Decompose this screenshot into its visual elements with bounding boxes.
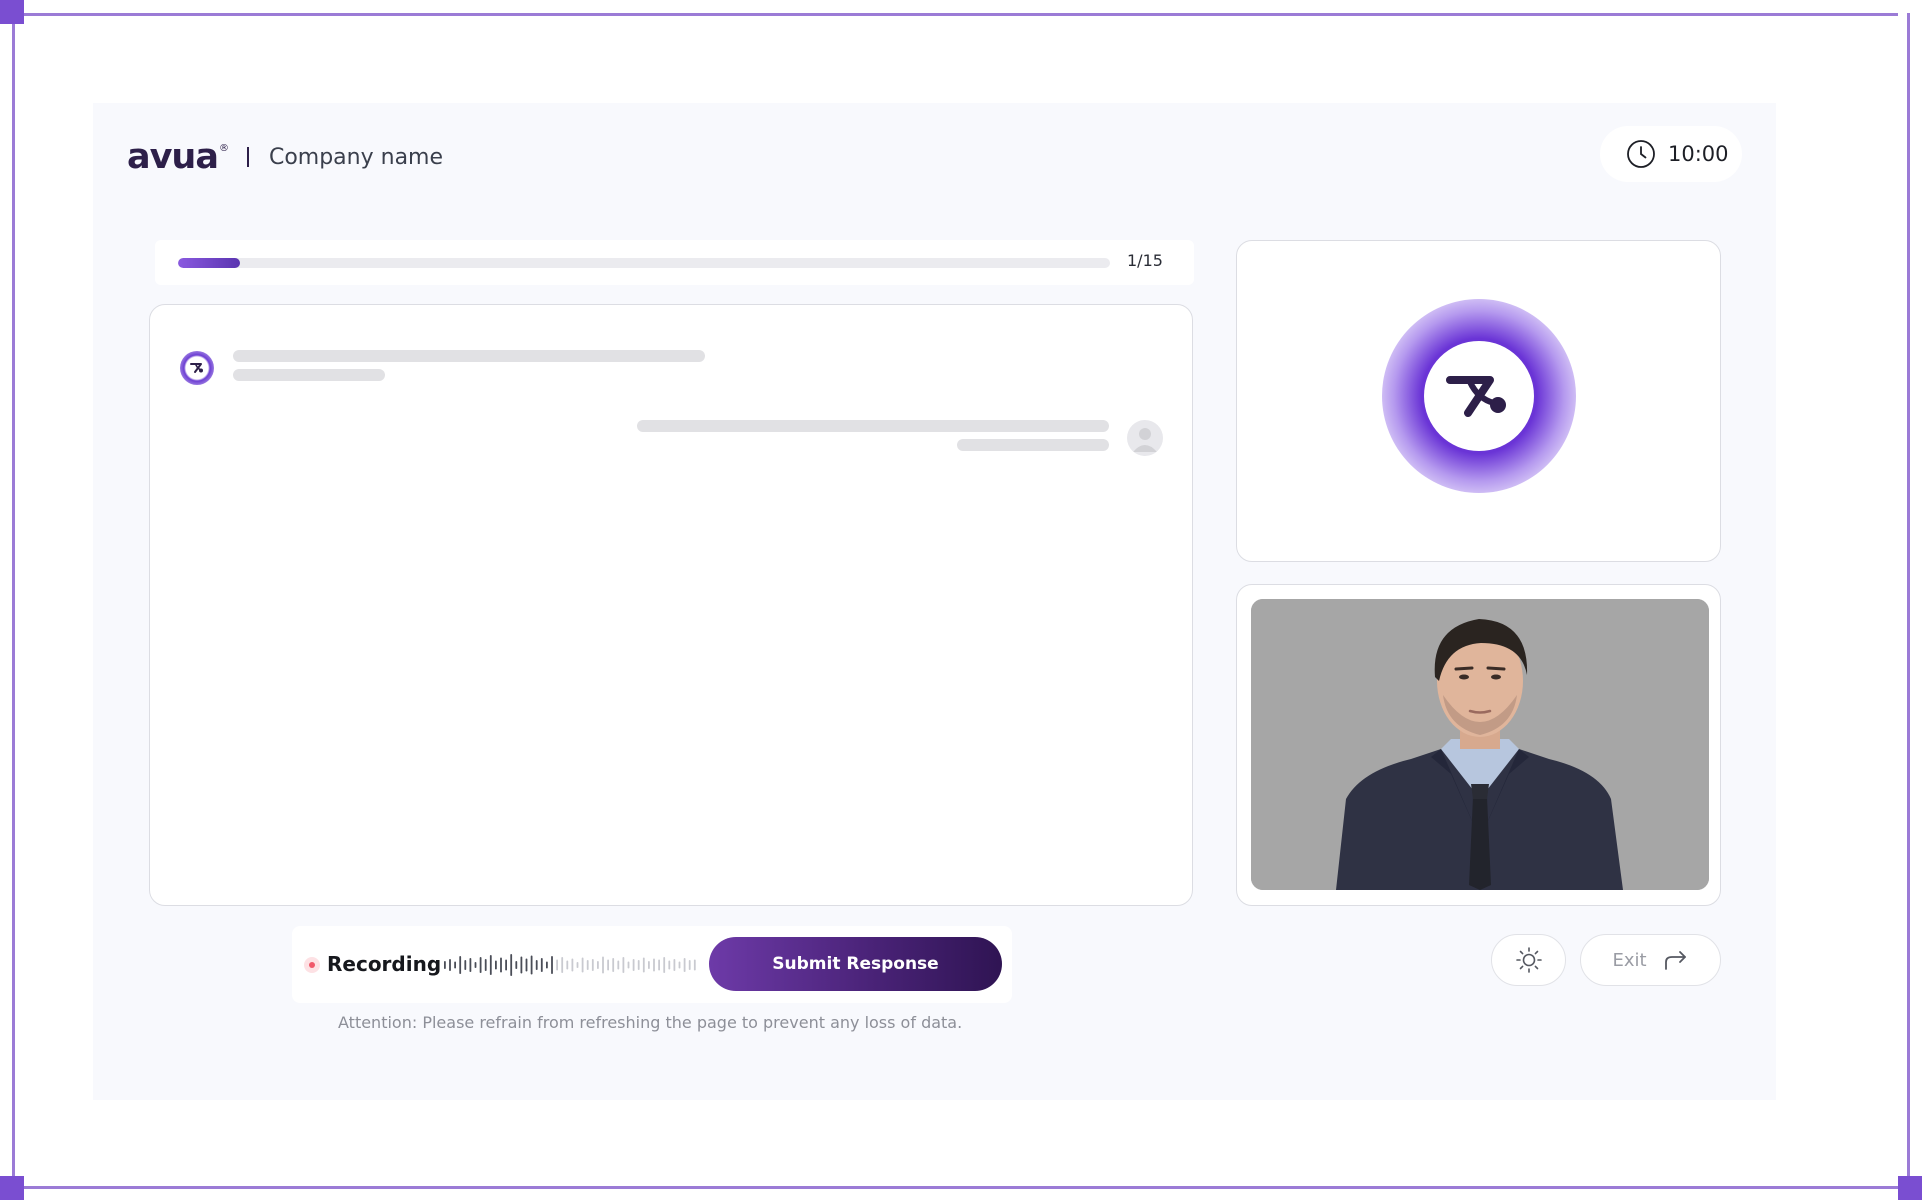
waveform-bar [454, 961, 456, 969]
candidate-camera-panel [1236, 584, 1721, 906]
progress-fill [178, 258, 241, 268]
user-message-skeleton-line [957, 439, 1109, 451]
submit-response-button[interactable]: Submit Response [709, 937, 1002, 991]
waveform-bar [510, 954, 513, 976]
exit-label: Exit [1612, 949, 1647, 971]
frame-left-line [12, 13, 15, 1189]
page: avua ® Company name 10:00 1/15 Recording… [0, 0, 1922, 1200]
waveform-bar [658, 959, 660, 971]
waveform-bar [474, 962, 477, 968]
waveform-bar [688, 960, 691, 970]
waveform-bar [663, 957, 666, 973]
response-controls: Recording Submit Response [292, 926, 1012, 1003]
frame-corner-bottom-right [1898, 1176, 1922, 1200]
waveform-bar [632, 959, 635, 971]
waveform-bar [597, 961, 599, 969]
waveform-bar [449, 959, 451, 971]
waveform-bar [505, 959, 507, 971]
waveform-bar [540, 958, 543, 972]
brand-separator [246, 147, 249, 167]
waveform-bar [668, 960, 671, 970]
waveform-bar [464, 960, 467, 970]
recording-label: Recording [327, 952, 442, 976]
waveform-bar [515, 961, 518, 969]
user-avatar-icon [1127, 420, 1163, 456]
brand-wordmark: avua [127, 136, 219, 177]
waveform-bar [561, 957, 564, 973]
waveform-bar [612, 958, 615, 972]
frame-bottom-line [12, 1186, 1898, 1189]
interview-app: avua ® Company name 10:00 1/15 Recording… [93, 103, 1776, 1100]
waveform-bar [489, 955, 492, 975]
chat-transcript[interactable] [149, 304, 1193, 906]
waveform-bar [678, 961, 681, 969]
candidate-video-feed [1251, 599, 1709, 890]
waveform-bar [653, 958, 655, 972]
waveform-bar [648, 961, 650, 969]
waveform-bar [525, 958, 528, 972]
recording-dot-icon [304, 957, 320, 973]
waveform-bar [607, 959, 609, 971]
frame-top-line [12, 13, 1898, 16]
waveform-bar [495, 960, 497, 970]
waveform-bar [673, 959, 676, 971]
frame-corner-bottom-left [0, 1176, 24, 1200]
waveform-bar [444, 961, 446, 969]
waveform-bar [602, 956, 604, 974]
waveform-bar [566, 960, 569, 970]
waveform-bar [571, 958, 574, 972]
avua-bot-icon [180, 351, 214, 385]
waveform-bar [622, 957, 625, 973]
bot-message-skeleton-line [233, 369, 385, 381]
audio-waveform-icon [444, 954, 696, 976]
theme-toggle-button[interactable] [1491, 934, 1566, 986]
waveform-bar [520, 956, 523, 974]
waveform-bar [459, 956, 462, 974]
company-name: Company name [268, 144, 444, 170]
timer-value: 10:00 [1668, 142, 1729, 166]
waveform-bar [479, 957, 482, 973]
progress-label: 1/15 [1127, 251, 1163, 270]
brand-logo: avua ® Company name [127, 137, 443, 177]
sun-icon [1515, 947, 1542, 973]
frame-corner-top-left [0, 0, 24, 24]
refresh-warning: Attention: Please refrain from refreshin… [338, 1013, 963, 1032]
user-message-skeleton-line [637, 420, 1109, 432]
waveform-bar [556, 959, 558, 971]
waveform-bar [637, 960, 640, 970]
clock-icon [1627, 140, 1655, 168]
waveform-bar [535, 960, 538, 970]
brand-registered-mark: ® [218, 142, 229, 154]
waveform-bar [551, 956, 553, 974]
waveform-bar [586, 960, 589, 970]
waveform-bar [591, 959, 594, 971]
waveform-bar [693, 959, 696, 971]
waveform-bar [627, 961, 630, 969]
exit-arrow-icon [1664, 951, 1686, 970]
waveform-bar [546, 961, 548, 969]
waveform-bar [683, 958, 686, 972]
exit-button[interactable]: Exit [1580, 934, 1721, 986]
progress-track [178, 258, 1110, 268]
waveform-bar [530, 955, 533, 975]
waveform-bar [500, 957, 502, 973]
waveform-bar [581, 957, 584, 973]
waveform-bar [617, 960, 620, 970]
bot-message-skeleton-line [233, 350, 705, 362]
question-progress: 1/15 [155, 240, 1194, 285]
candidate-portrait-image [1251, 599, 1709, 890]
waveform-bar [642, 957, 645, 973]
frame-right-line [1907, 13, 1910, 1189]
ai-interviewer-panel [1236, 240, 1721, 562]
waveform-bar [469, 958, 472, 972]
waveform-bar [484, 959, 487, 971]
avua-bot-icon [1424, 341, 1534, 451]
waveform-bar [576, 962, 579, 968]
countdown-timer: 10:00 [1600, 126, 1742, 182]
